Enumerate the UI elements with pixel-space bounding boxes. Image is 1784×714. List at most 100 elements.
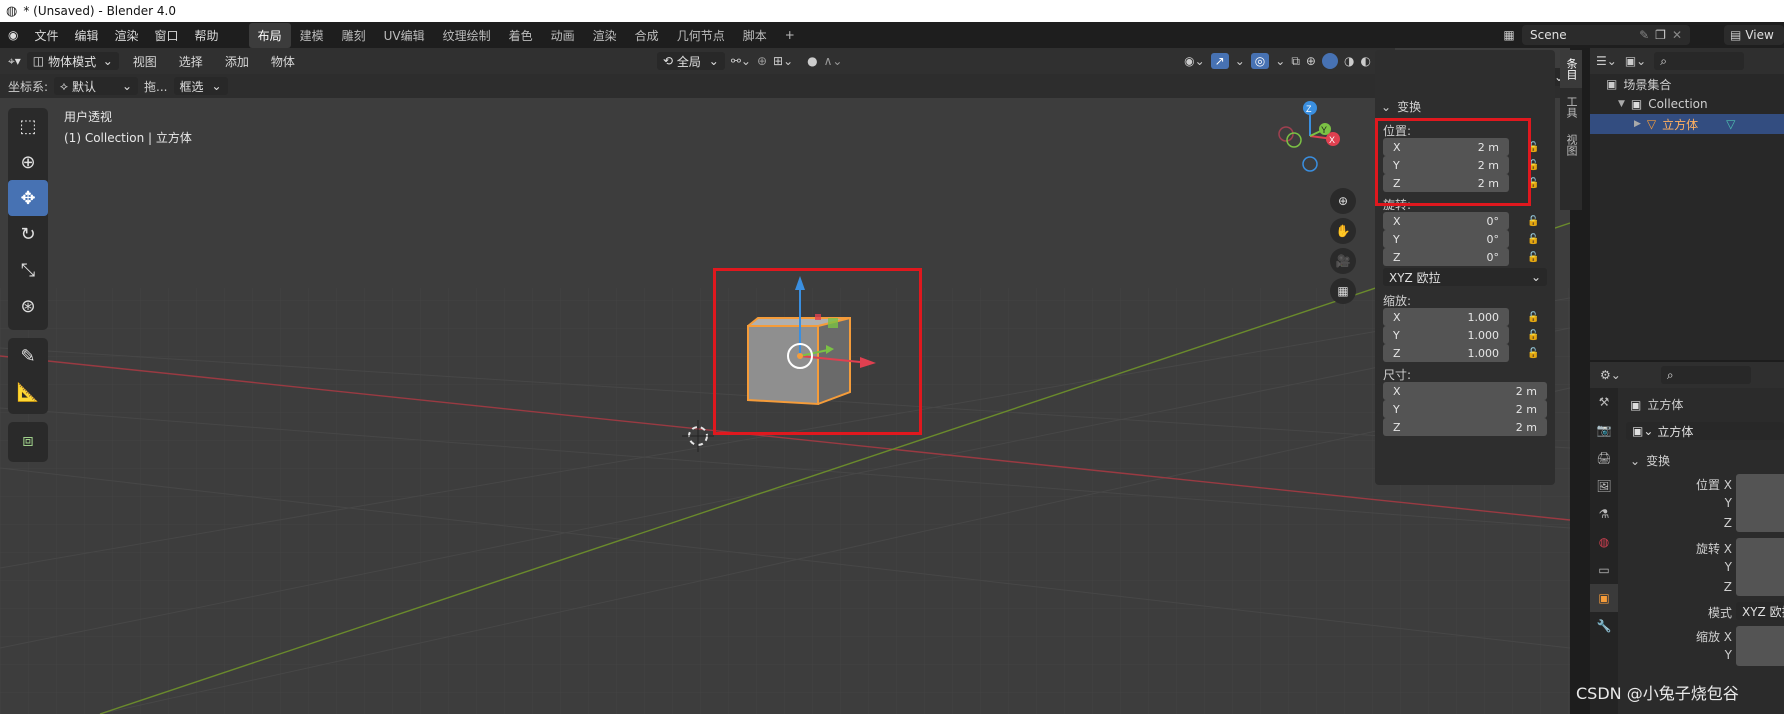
output-tab-icon[interactable]: 🖨 (1590, 444, 1618, 472)
outliner-type-icon[interactable]: ☰⌄ (1596, 54, 1617, 68)
tool-tab-icon[interactable]: ⚒ (1590, 388, 1618, 416)
material-shading-icon[interactable]: ◑ (1344, 54, 1354, 68)
tab-tool[interactable]: 工具 (1560, 88, 1582, 126)
scale-tool[interactable]: ⤡ (8, 252, 48, 288)
rotation-z-field[interactable]: Z 0° (1383, 248, 1509, 266)
tab-modeling[interactable]: 建模 (291, 23, 333, 48)
menu-edit[interactable]: 编辑 (67, 27, 107, 44)
zoom-icon[interactable]: ⊕ (1330, 188, 1356, 214)
scene-selector-icon[interactable]: ▦ (1496, 26, 1522, 44)
camera-icon[interactable]: 🎥 (1330, 248, 1356, 274)
object-tab-icon[interactable]: ▣ (1590, 584, 1618, 612)
editor-type-icon[interactable]: ⌖▾ (8, 54, 21, 69)
xray-icon[interactable]: ⧉ (1291, 54, 1300, 69)
menu-view[interactable]: 视图 (125, 53, 165, 70)
modifier-tab-icon[interactable]: 🔧 (1590, 612, 1618, 640)
overlay-toggle-icon[interactable]: ◎ (1250, 53, 1270, 69)
add-cube-tool[interactable]: ⧈ (8, 422, 48, 458)
tab-shading[interactable]: 着色 (500, 23, 542, 48)
snap-icon[interactable]: ⊕ (757, 54, 767, 68)
world-tab-icon[interactable]: ◍ (1590, 528, 1618, 556)
view-layer-field[interactable]: ▤ View (1724, 25, 1784, 45)
lock-icon[interactable]: 🔓 (1527, 312, 1539, 324)
tab-sculpting[interactable]: 雕刻 (333, 23, 375, 48)
scene-field[interactable]: Scene ✎ ❐ ✕ (1522, 25, 1690, 45)
outliner-row-collection[interactable]: ▼ ▣ Collection (1590, 94, 1784, 114)
tab-layout[interactable]: 布局 (248, 22, 291, 48)
chevron-down-icon[interactable]: ▼ (1618, 99, 1625, 109)
tab-compositing[interactable]: 合成 (626, 23, 668, 48)
tab-item[interactable]: 条目 (1560, 50, 1582, 88)
pivot-icon[interactable]: ⚯⌄ (731, 54, 751, 68)
rotate-tool[interactable]: ↻ (8, 216, 48, 252)
scale-x-field[interactable]: X 1.000 (1383, 308, 1509, 326)
rendered-shading-icon[interactable]: ◐ (1360, 54, 1370, 68)
lock-icon[interactable]: 🔓 (1527, 216, 1539, 228)
transform-header[interactable]: ⌄ 变换 (1381, 98, 1421, 115)
move-tool[interactable]: ✥ (8, 180, 48, 216)
lock-icon[interactable]: 🔓 (1527, 330, 1539, 342)
wireframe-shading-icon[interactable]: ⊕ (1306, 54, 1316, 68)
properties-transform-header[interactable]: ⌄ 变换 (1630, 452, 1670, 469)
tab-rendering[interactable]: 渲染 (584, 23, 626, 48)
menu-select[interactable]: 选择 (171, 53, 211, 70)
blender-menu-icon[interactable]: ◉ (0, 28, 26, 42)
lock-icon[interactable]: 🔓 (1527, 234, 1539, 246)
copy-scene-icon[interactable]: ❐ (1655, 28, 1666, 42)
chevron-down-icon[interactable]: ⌄ (1235, 54, 1245, 68)
menu-object[interactable]: 物体 (263, 53, 303, 70)
proportional-edit-icon[interactable]: ● (807, 54, 817, 68)
menu-add[interactable]: 添加 (217, 53, 257, 70)
prop-rotation-fields[interactable] (1736, 538, 1784, 596)
render-tab-icon[interactable]: 📷 (1590, 416, 1618, 444)
snap-target-icon[interactable]: ⊞⌄ (773, 54, 793, 68)
perspective-grid-icon[interactable]: ▦ (1330, 278, 1356, 304)
pin-icon[interactable]: ✎ (1639, 28, 1649, 42)
tab-view[interactable]: 视图 (1560, 126, 1582, 164)
close-icon[interactable]: ✕ (1672, 28, 1682, 42)
3d-viewport[interactable]: ⌖▾ ◫ 物体模式 ⌄ 视图 选择 添加 物体 ⟲ 全局 ⌄ ⚯⌄ ⊕ ⊞⌄ ●… (0, 48, 1570, 714)
tab-geometry-nodes[interactable]: 几何节点 (668, 23, 734, 48)
tab-uv-editing[interactable]: UV编辑 (375, 23, 434, 48)
mode-dropdown[interactable]: ◫ 物体模式 ⌄ (26, 52, 119, 70)
outliner-search-input[interactable]: ⌕ (1654, 52, 1745, 70)
navigation-gizmo[interactable]: Z X Y (1270, 96, 1350, 176)
outliner-row-scene-collection[interactable]: ▣ 场景集合 (1590, 74, 1784, 94)
properties-search-input[interactable]: ⌕ (1660, 366, 1751, 384)
chevron-down-icon[interactable]: ⌄ (1275, 54, 1285, 68)
object-name-field[interactable]: ▣⌄ 立方体 (1626, 422, 1784, 440)
rotation-mode-dropdown[interactable]: XYZ 欧拉 ⌄ (1383, 268, 1547, 286)
scale-y-field[interactable]: Y 1.000 (1383, 326, 1509, 344)
annotate-tool[interactable]: ✎ (8, 338, 48, 374)
prop-scale-fields[interactable] (1736, 626, 1784, 666)
rotation-y-field[interactable]: Y 0° (1383, 230, 1509, 248)
tab-animation[interactable]: 动画 (542, 23, 584, 48)
coord-dropdown[interactable]: ⟡ 默认 ⌄ (54, 77, 139, 95)
lock-icon[interactable]: 🔓 (1527, 252, 1539, 264)
collection-tab-icon[interactable]: ▭ (1590, 556, 1618, 584)
menu-render[interactable]: 渲染 (107, 27, 147, 44)
tab-texture-paint[interactable]: 纹理绘制 (434, 23, 500, 48)
add-workspace-button[interactable]: + (776, 24, 804, 46)
menu-window[interactable]: 窗口 (147, 27, 187, 44)
solid-shading-icon[interactable] (1321, 53, 1338, 69)
properties-type-icon[interactable]: ⚙⌄ (1600, 368, 1621, 382)
rotation-x-field[interactable]: X 0° (1383, 212, 1509, 230)
measure-tool[interactable]: 📐 (8, 374, 48, 410)
tab-scripting[interactable]: 脚本 (734, 23, 776, 48)
visibility-icon[interactable]: ◉⌄ (1184, 54, 1205, 68)
lock-icon[interactable]: 🔓 (1527, 348, 1539, 360)
display-mode-icon[interactable]: ▣⌄ (1625, 54, 1646, 68)
menu-help[interactable]: 帮助 (187, 27, 227, 44)
cursor-tool[interactable]: ⊕ (8, 144, 48, 180)
transform-tool[interactable]: ⊛ (8, 288, 48, 324)
dimensions-y-field[interactable]: Y 2 m (1383, 400, 1547, 418)
scale-z-field[interactable]: Z 1.000 (1383, 344, 1509, 362)
outliner-row-cube[interactable]: ▶ ▽ 立方体 ▽ (1590, 114, 1784, 134)
select-mode-dropdown[interactable]: 框选 ⌄ (173, 77, 228, 95)
view-layer-tab-icon[interactable]: 🖼 (1590, 472, 1618, 500)
scene-tab-icon[interactable]: ⚗ (1590, 500, 1618, 528)
falloff-icon[interactable]: ∧⌄ (824, 54, 843, 68)
select-box-tool[interactable]: ⬚ (8, 108, 48, 144)
dimensions-z-field[interactable]: Z 2 m (1383, 418, 1547, 436)
